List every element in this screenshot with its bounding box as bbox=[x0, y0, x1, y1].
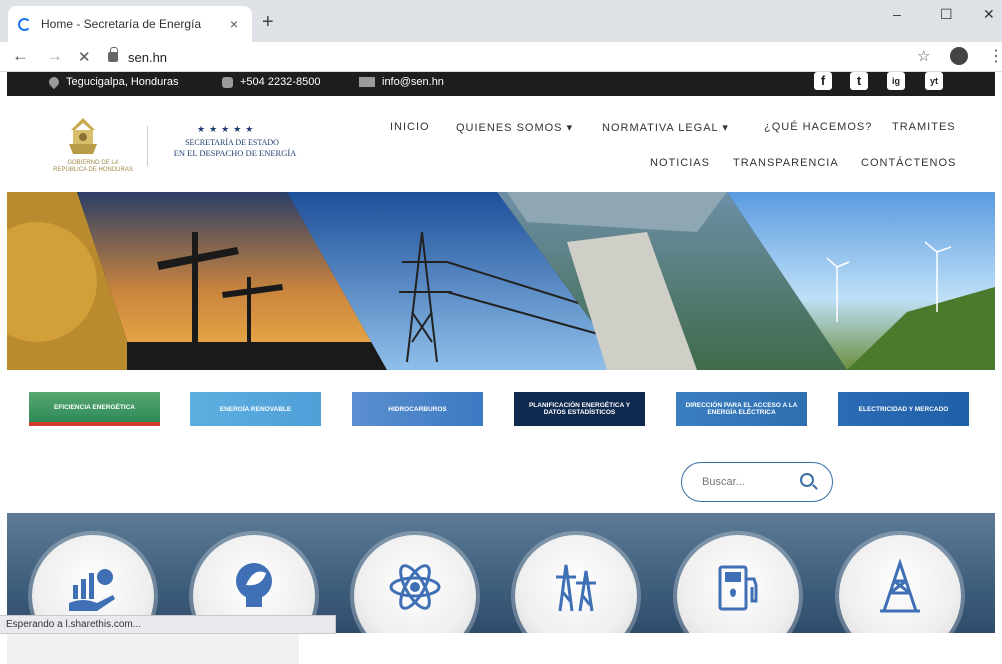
lightbulb-leaf-icon bbox=[236, 563, 272, 607]
category-label: HIDROCARBUROS bbox=[388, 405, 447, 413]
logo-line-1: SECRETARÍA DE ESTADO bbox=[185, 138, 279, 147]
browser-menu-button[interactable]: ⋮ bbox=[988, 46, 1002, 66]
efficiency-icon bbox=[69, 569, 115, 611]
category-label: DIRECCIÓN PARA EL ACCESO A LA ENERGÍA EL… bbox=[685, 402, 798, 416]
back-button[interactable]: ← bbox=[12, 46, 29, 66]
nav-contactenos[interactable]: CONTÁCTENOS bbox=[861, 157, 956, 169]
site-header: GOBIERNO DE LA REPÚBLICA DE HONDURAS ★★★★… bbox=[7, 96, 995, 192]
location-pin-icon bbox=[46, 74, 62, 90]
category-electricidad-mercado[interactable]: ELECTRICIDAD Y MERCADO bbox=[838, 392, 969, 426]
tab-title: Home - Secretaría de Energía bbox=[41, 17, 202, 31]
search-box bbox=[681, 462, 833, 502]
address-bar: ← → ✕ sen.hn ☆ ⋮ bbox=[0, 42, 1002, 72]
nav-normativa-legal[interactable]: NORMATIVA LEGAL ▾ bbox=[602, 121, 729, 134]
logo-line-2: EN EL DESPACHO DE ENERGÍA bbox=[173, 148, 297, 158]
location-item: Tegucigalpa, Honduras bbox=[46, 74, 179, 90]
hero-banner bbox=[7, 192, 995, 370]
category-label: EFICIENCIA ENERGÉTICA bbox=[53, 403, 135, 411]
category-label: ENERGÍA RENOVABLE bbox=[219, 405, 292, 413]
nav-quienes-somos[interactable]: QUIENES SOMOS ▾ bbox=[456, 121, 573, 134]
stop-loading-button[interactable]: ✕ bbox=[78, 48, 91, 66]
loading-spinner-icon bbox=[18, 17, 31, 31]
instagram-icon[interactable]: ig bbox=[887, 72, 905, 90]
phone-icon bbox=[222, 76, 233, 88]
facebook-icon[interactable]: f bbox=[814, 72, 832, 90]
youtube-icon[interactable]: yt bbox=[925, 72, 943, 90]
category-hidrocarburos[interactable]: HIDROCARBUROS bbox=[352, 392, 483, 426]
nav-inicio[interactable]: INICIO bbox=[390, 121, 430, 133]
nav-noticias[interactable]: NOTICIAS bbox=[650, 157, 710, 169]
atom-icon bbox=[389, 564, 441, 610]
email-item[interactable]: info@sen.hn bbox=[359, 76, 444, 88]
service-exploracion[interactable] bbox=[839, 535, 961, 633]
category-label: PLANIFICACIÓN ENERGÉTICA Y DATOS ESTADÍS… bbox=[528, 402, 631, 416]
twitter-icon[interactable]: t bbox=[850, 72, 868, 90]
minimize-button[interactable]: – bbox=[893, 6, 901, 22]
profile-avatar-icon[interactable] bbox=[950, 47, 968, 65]
new-tab-button[interactable]: + bbox=[262, 12, 274, 32]
service-nuclear[interactable] bbox=[354, 535, 476, 633]
browser-tab[interactable]: Home - Secretaría de Energía × bbox=[8, 6, 252, 42]
logo-stars: ★★★★★ bbox=[197, 124, 258, 134]
forward-button[interactable]: → bbox=[46, 46, 63, 66]
tab-strip: Home - Secretaría de Energía × + – ☐ ✕ bbox=[0, 0, 1002, 42]
energy-collage-image bbox=[7, 192, 995, 370]
category-acceso-energia-electrica[interactable]: DIRECCIÓN PARA EL ACCESO A LA ENERGÍA EL… bbox=[676, 392, 807, 426]
email-icon bbox=[359, 77, 375, 87]
close-window-button[interactable]: ✕ bbox=[983, 6, 995, 23]
lock-icon bbox=[108, 47, 118, 62]
service-transmision[interactable] bbox=[515, 535, 637, 633]
nav-que-hacemos[interactable]: ¿QUÉ HACEMOS? bbox=[764, 121, 872, 133]
power-tower-icon bbox=[556, 564, 596, 612]
oil-rig-icon bbox=[880, 558, 920, 613]
url-text: sen.hn bbox=[128, 49, 168, 65]
coat-of-arms-icon bbox=[69, 118, 97, 154]
fuel-pump-icon bbox=[718, 565, 758, 611]
government-text: GOBIERNO DE LA REPÚBLICA DE HONDURAS bbox=[53, 160, 133, 173]
url-field[interactable]: sen.hn bbox=[108, 45, 908, 69]
close-tab-icon[interactable]: × bbox=[226, 16, 242, 32]
location-text: Tegucigalpa, Honduras bbox=[66, 76, 179, 88]
browser-status-bar: Esperando a l.sharethis.com... bbox=[0, 615, 336, 634]
footer-strip bbox=[7, 634, 299, 664]
category-planificacion-energetica[interactable]: PLANIFICACIÓN ENERGÉTICA Y DATOS ESTADÍS… bbox=[514, 392, 645, 426]
category-eficiencia-energetica[interactable]: EFICIENCIA ENERGÉTICA bbox=[29, 392, 160, 426]
nav-tramites[interactable]: TRAMITES bbox=[892, 121, 956, 133]
contact-bar: Tegucigalpa, Honduras +504 2232-8500 inf… bbox=[7, 72, 995, 96]
nav-transparencia[interactable]: TRANSPARENCIA bbox=[733, 157, 839, 169]
phone-text: +504 2232-8500 bbox=[240, 76, 321, 88]
logo-divider bbox=[147, 126, 148, 166]
phone-item[interactable]: +504 2232-8500 bbox=[222, 76, 320, 88]
category-energia-renovable[interactable]: ENERGÍA RENOVABLE bbox=[190, 392, 321, 426]
category-label: ELECTRICIDAD Y MERCADO bbox=[858, 405, 949, 413]
search-input[interactable] bbox=[702, 473, 792, 491]
service-hidrocarburos[interactable] bbox=[677, 535, 799, 633]
email-text: info@sen.hn bbox=[382, 76, 444, 88]
search-icon[interactable] bbox=[800, 473, 814, 487]
site-logo[interactable]: GOBIERNO DE LA REPÚBLICA DE HONDURAS ★★★★… bbox=[47, 116, 307, 176]
bookmark-star-icon[interactable]: ☆ bbox=[917, 47, 930, 65]
maximize-button[interactable]: ☐ bbox=[940, 6, 953, 23]
